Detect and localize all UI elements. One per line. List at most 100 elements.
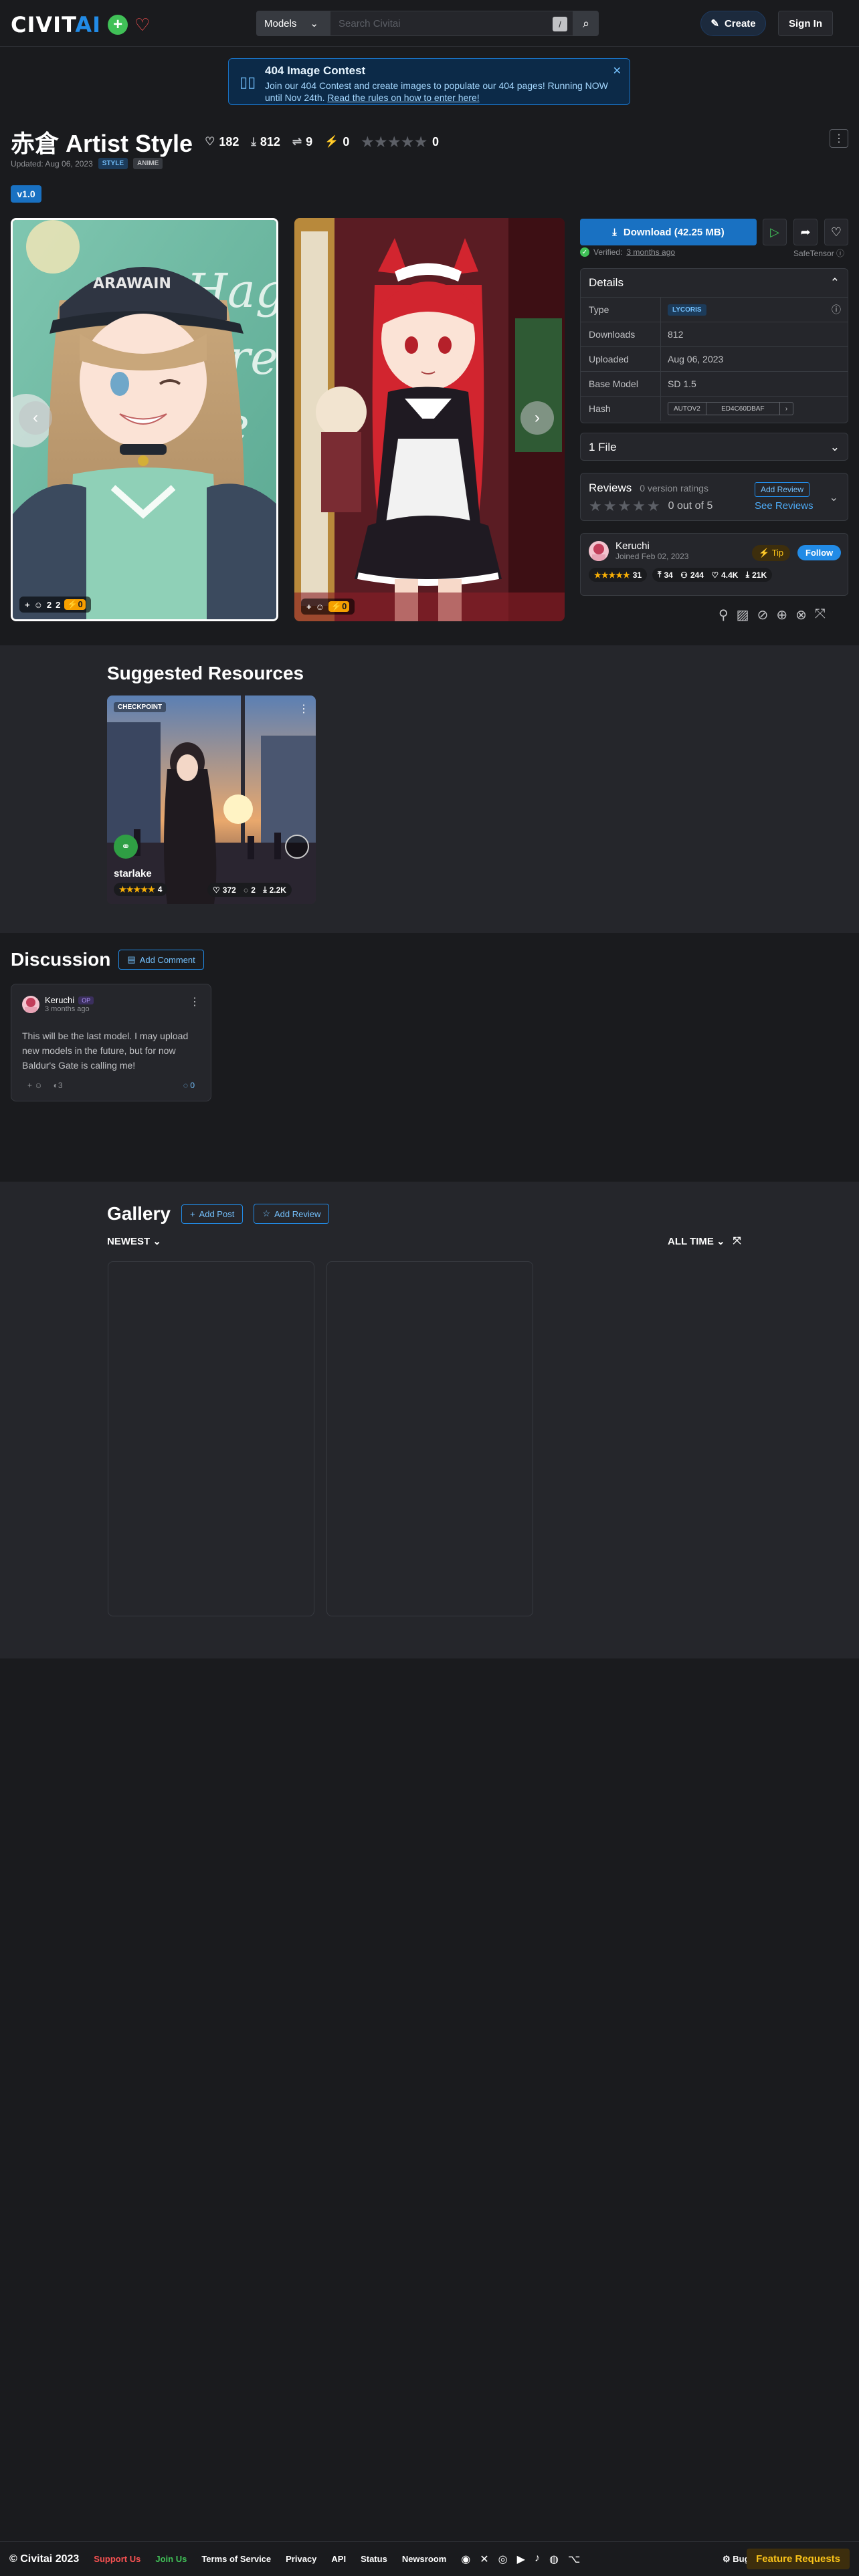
youtube-icon[interactable]: ▶ [517, 2553, 525, 2566]
star-icon: ☆ [262, 1208, 270, 1218]
detail-row-hash: Hash AUTOV2 ED4C60DBAF › [581, 396, 848, 421]
chevron-down-icon[interactable]: ⌄ [830, 491, 838, 504]
footer: © Civitai 2023 Support Us Join Us Terms … [0, 2541, 859, 2576]
support-link[interactable]: Support Us [94, 2554, 140, 2564]
files-panel[interactable]: 1 File ⌄ [580, 433, 848, 461]
arrows-off-icon[interactable]: ⤧ [815, 607, 826, 623]
plus-icon: + [25, 599, 30, 610]
model-meta: Updated: Aug 06, 2023 STYLE ANIME [11, 158, 163, 169]
logo[interactable]: CIVITAI + ♡ [11, 12, 150, 37]
downloads-stat: ⤓ 812 [251, 134, 280, 148]
user-icon[interactable]: ⚲ [719, 607, 729, 623]
search-scope-select[interactable]: Models ⌄ [256, 11, 330, 36]
prev-image-button[interactable]: ‹ [19, 401, 52, 435]
privacy-link[interactable]: Privacy [286, 2554, 316, 2564]
sign-in-button[interactable]: Sign In [778, 11, 833, 36]
verified-date[interactable]: 3 months ago [626, 247, 675, 257]
brush-off-icon[interactable]: ⊘ [757, 607, 769, 623]
share-icon: ➦ [800, 225, 811, 239]
more-menu-button[interactable]: ⋮ [830, 129, 848, 148]
dots-vertical-icon[interactable]: ⋮ [298, 702, 309, 716]
announcement-link[interactable]: Read the rules on how to enter here! [327, 92, 479, 103]
github-icon[interactable]: ⌥ [568, 2553, 580, 2566]
info-icon[interactable]: ⓘ [832, 303, 841, 316]
next-image-button[interactable]: › [520, 401, 554, 435]
avatar[interactable] [22, 995, 39, 1013]
creator-rating: ★★★★★ 31 [589, 568, 648, 582]
announcement-body: Join our 404 Contest and create images t… [265, 80, 608, 103]
smile-icon: ☺ [33, 599, 43, 610]
period-select[interactable]: ALL TIME ⌄ ⤧ [668, 1235, 741, 1247]
sort-select[interactable]: NEWEST ⌄ [107, 1235, 161, 1247]
chat-icon: ◌ [244, 885, 249, 895]
plus-icon[interactable]: + [108, 15, 128, 35]
add-comment-button[interactable]: ▤ Add Comment [118, 950, 204, 970]
likes-stat[interactable]: ♡ 182 [205, 135, 239, 149]
see-reviews-link[interactable]: See Reviews [755, 500, 814, 512]
avatar[interactable] [589, 540, 609, 561]
image-reactions[interactable]: + ☺ ⚡0 [301, 599, 355, 615]
link-icon[interactable]: ⚭ [114, 835, 138, 859]
search-button[interactable]: ⌕ [573, 11, 599, 36]
resource-card[interactable]: CHECKPOINT ⋮ ⚭ starlake ★★★★★ 4 ♡ 372 ◌ 2 ⤓… [107, 695, 316, 904]
version-tab[interactable]: v1.0 [11, 185, 41, 203]
tag-anime[interactable]: ANIME [133, 158, 163, 169]
create-button[interactable]: ✎ Create [700, 11, 766, 36]
quick-actions: ⚲ ▨ ⊘ ⊕ ⊗ ⤧ [719, 607, 826, 623]
image-reactions[interactable]: + ☺ 2 2 ⚡0 [19, 597, 91, 613]
chevron-right-icon: › [535, 409, 540, 427]
newsroom-link[interactable]: Newsroom [402, 2554, 446, 2564]
api-link[interactable]: API [331, 2554, 346, 2564]
dots-vertical-icon[interactable]: ⋮ [189, 995, 200, 1008]
detail-row-downloads: Downloads 812 [581, 322, 848, 346]
chat-icon: ⇌ [292, 135, 302, 148]
join-link[interactable]: Join Us [155, 2554, 187, 2564]
heart-icon: ♡ [711, 570, 719, 580]
add-review-button[interactable]: Add Review [755, 482, 810, 497]
cart-off-icon[interactable]: ⊗ [795, 607, 807, 623]
star-icons: ★★★★★ [589, 498, 662, 514]
details-header[interactable]: Details ⌃ [581, 269, 848, 297]
book-icon: ▯▯ [240, 74, 256, 90]
creator-name[interactable]: Keruchi [615, 540, 688, 552]
tiktok-icon[interactable]: ♪ [535, 2553, 540, 2566]
terms-link[interactable]: Terms of Service [201, 2554, 271, 2564]
follow-button[interactable]: Follow [797, 545, 842, 560]
reddit-icon[interactable]: ◍ [549, 2553, 559, 2566]
play-button[interactable]: ▷ [763, 219, 787, 245]
close-icon[interactable]: ✕ [613, 64, 622, 78]
svg-text:ARAWAIN: ARAWAIN [93, 276, 171, 292]
creator-joined: Joined Feb 02, 2023 [615, 552, 689, 561]
search-input[interactable]: Search Civitai / [330, 11, 573, 36]
tip-button[interactable]: ⚡ Tip [752, 545, 791, 561]
image-icon[interactable]: ▨ [737, 607, 749, 623]
brush-icon: ✎ [710, 18, 719, 29]
heart-icon[interactable]: ♡ [134, 15, 150, 35]
reply-count[interactable]: ◌ 0 [183, 1081, 195, 1090]
download-button[interactable]: ⤓ Download (42.25 MB) [580, 219, 757, 245]
add-post-button[interactable]: + Add Post [181, 1204, 244, 1224]
discord-icon[interactable]: ◉ [461, 2553, 470, 2566]
feature-requests-button[interactable]: Feature Requests [747, 2549, 850, 2569]
instagram-icon[interactable]: ◎ [498, 2553, 508, 2566]
comment-author[interactable]: Keruchi [45, 995, 74, 1005]
hash-box[interactable]: AUTOV2 ED4C60DBAF › [668, 402, 794, 415]
reaction-count: ◐3 [53, 1081, 63, 1090]
tag-style[interactable]: STYLE [98, 158, 128, 169]
share-button[interactable]: ➦ [793, 219, 818, 245]
download-ring-icon[interactable] [285, 835, 309, 859]
buzz-stat[interactable]: ⚡ 0 [324, 135, 349, 149]
status-link[interactable]: Status [361, 2554, 387, 2564]
x-icon[interactable]: ✕ [480, 2553, 488, 2566]
favorite-button[interactable]: ♡ [824, 219, 848, 245]
announcement-banner: ▯▯ 404 Image Contest Join our 404 Contes… [228, 58, 630, 105]
comment-date: 3 months ago [45, 1005, 90, 1013]
verified-info: ✓ Verified: 3 months ago [580, 247, 675, 257]
add-review-button[interactable]: ☆ Add Review [254, 1204, 330, 1224]
rating-stat[interactable]: ★★★★★ 0 [361, 134, 439, 150]
dots-vertical-icon: ⋮ [834, 133, 844, 144]
filter-off-icon[interactable]: ⤧ [733, 1235, 741, 1247]
add-reaction-button[interactable]: + ☺ [27, 1081, 43, 1090]
resource-rating: ★★★★★ 4 [114, 883, 168, 896]
globe-off-icon[interactable]: ⊕ [776, 607, 787, 623]
